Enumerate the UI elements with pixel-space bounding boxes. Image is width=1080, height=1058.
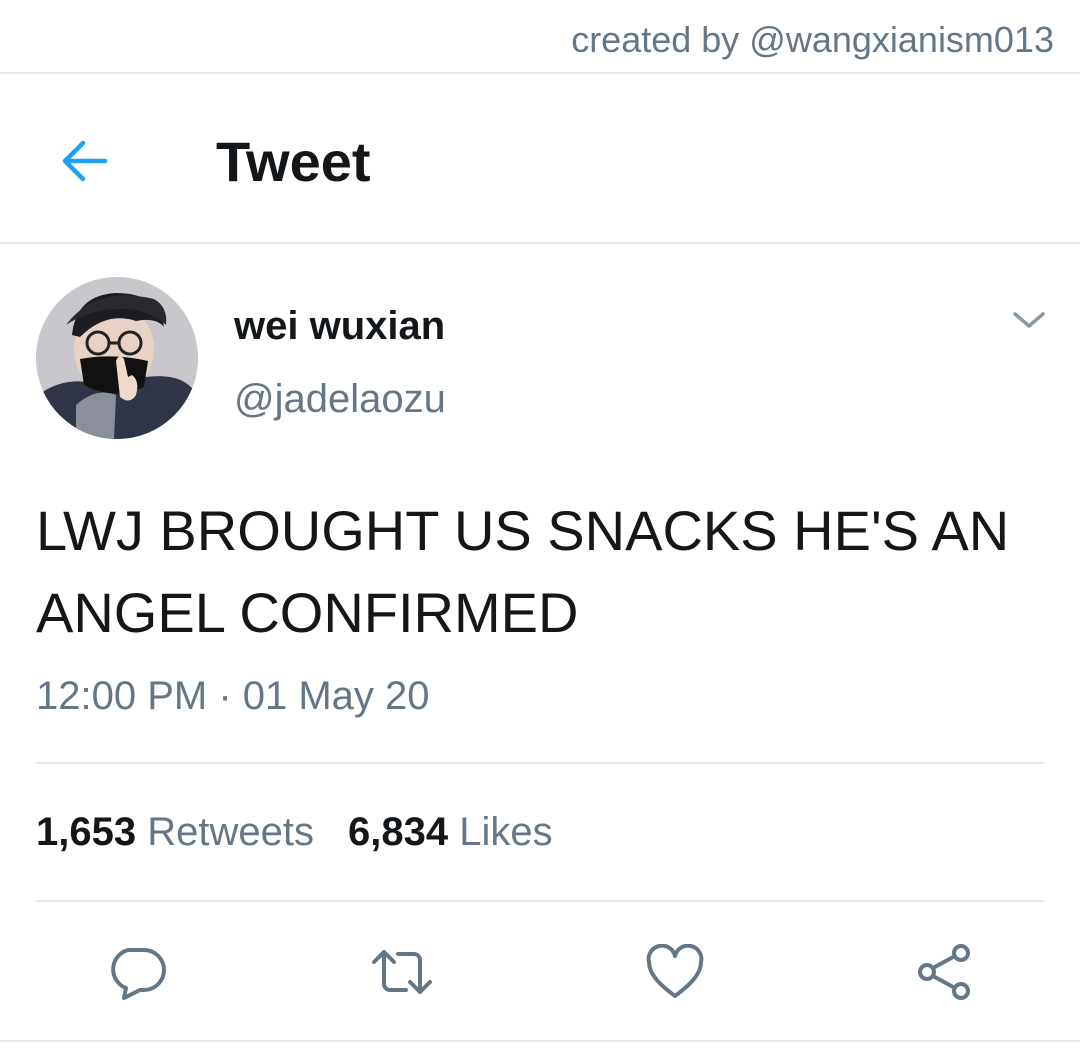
like-button[interactable] <box>643 940 707 1004</box>
more-options-button[interactable] <box>1006 300 1052 340</box>
heart-icon <box>646 944 704 998</box>
bottom-divider <box>0 1040 1080 1042</box>
reply-button[interactable] <box>104 940 168 1004</box>
retweets-label: Retweets <box>147 810 314 854</box>
likes-stat[interactable]: 6,834 Likes <box>348 810 553 854</box>
retweets-count: 1,653 <box>36 810 137 854</box>
avatar[interactable] <box>36 277 198 439</box>
tweet-timestamp[interactable]: 12:00 PM · 01 May 20 <box>36 672 430 720</box>
avatar-photo <box>36 277 198 439</box>
author-handle[interactable]: @jadelaozu <box>234 375 446 423</box>
tweet-text: LWJ BROUGHT US SNACKS HE'S AN ANGEL CONF… <box>36 499 1010 644</box>
reply-icon <box>111 948 166 1000</box>
header-divider <box>0 242 1080 244</box>
chevron-down-icon <box>1013 312 1045 328</box>
likes-count: 6,834 <box>347 810 449 854</box>
author-display-name[interactable]: wei wuxian <box>234 302 445 350</box>
retweet-button[interactable] <box>370 940 434 1004</box>
share-button[interactable] <box>912 940 976 1004</box>
stats-bottom-divider <box>36 900 1044 902</box>
retweet-icon <box>372 950 432 994</box>
retweets-stat[interactable]: 1,653 Retweets <box>36 810 314 854</box>
stats-top-divider <box>36 762 1044 764</box>
page-title: Tweet <box>216 130 371 193</box>
likes-label: Likes <box>459 810 553 854</box>
back-button[interactable] <box>54 131 114 191</box>
top-divider <box>0 72 1080 74</box>
share-icon <box>918 944 970 1000</box>
arrow-left-icon <box>62 140 108 182</box>
engagement-stats: 1,653 Retweets 6,834 Likes <box>36 808 553 856</box>
watermark-credit: created by @wangxianism013 <box>571 19 1054 60</box>
